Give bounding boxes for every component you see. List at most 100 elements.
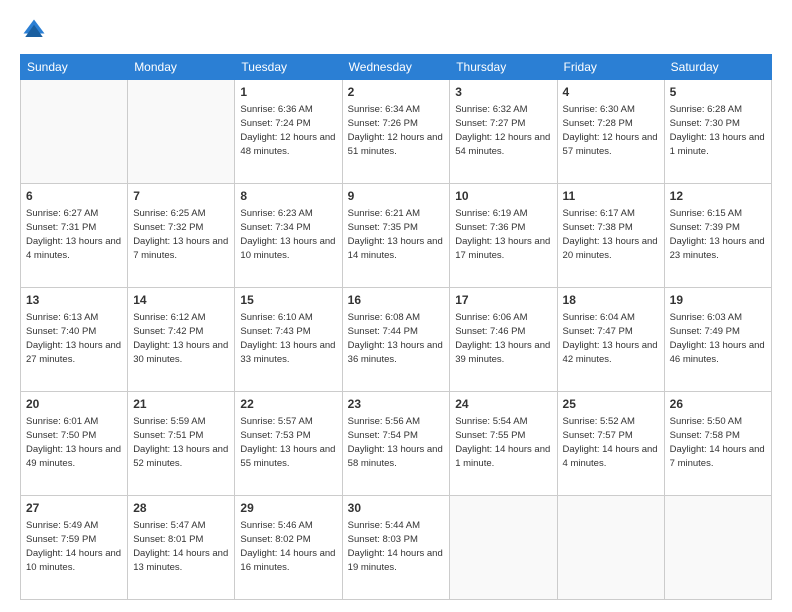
day-info: Sunrise: 6:19 AM Sunset: 7:36 PM Dayligh… xyxy=(455,208,550,261)
day-cell xyxy=(557,496,664,600)
day-number: 22 xyxy=(240,396,336,413)
day-info: Sunrise: 6:30 AM Sunset: 7:28 PM Dayligh… xyxy=(563,104,658,157)
day-info: Sunrise: 5:47 AM Sunset: 8:01 PM Dayligh… xyxy=(133,520,228,573)
day-cell: 28 Sunrise: 5:47 AM Sunset: 8:01 PM Dayli… xyxy=(128,496,235,600)
day-number: 17 xyxy=(455,292,551,309)
calendar-table: SundayMondayTuesdayWednesdayThursdayFrid… xyxy=(20,54,772,600)
day-cell: 18 Sunrise: 6:04 AM Sunset: 7:47 PM Dayli… xyxy=(557,288,664,392)
day-cell: 27 Sunrise: 5:49 AM Sunset: 7:59 PM Dayli… xyxy=(21,496,128,600)
day-cell: 6 Sunrise: 6:27 AM Sunset: 7:31 PM Daylig… xyxy=(21,184,128,288)
day-number: 5 xyxy=(670,84,766,101)
day-info: Sunrise: 6:21 AM Sunset: 7:35 PM Dayligh… xyxy=(348,208,443,261)
day-number: 4 xyxy=(563,84,659,101)
day-info: Sunrise: 6:17 AM Sunset: 7:38 PM Dayligh… xyxy=(563,208,658,261)
day-cell: 25Sunrise: 5:52 AM Sunset: 7:57 PM Dayli… xyxy=(557,392,664,496)
day-number: 29 xyxy=(240,500,336,517)
day-cell: 4 Sunrise: 6:30 AM Sunset: 7:28 PM Daylig… xyxy=(557,80,664,184)
day-cell: 12 Sunrise: 6:15 AM Sunset: 7:39 PM Dayli… xyxy=(664,184,771,288)
day-number: 18 xyxy=(563,292,659,309)
day-cell: 21 Sunrise: 5:59 AM Sunset: 7:51 PM Dayli… xyxy=(128,392,235,496)
day-number: 9 xyxy=(348,188,445,205)
day-number: 30 xyxy=(348,500,445,517)
week-row-2: 6 Sunrise: 6:27 AM Sunset: 7:31 PM Daylig… xyxy=(21,184,772,288)
day-cell: 24 Sunrise: 5:54 AM Sunset: 7:55 PM Dayli… xyxy=(450,392,557,496)
day-cell xyxy=(450,496,557,600)
week-row-5: 27 Sunrise: 5:49 AM Sunset: 7:59 PM Dayli… xyxy=(21,496,772,600)
day-number: 26 xyxy=(670,396,766,413)
day-cell: 15 Sunrise: 6:10 AM Sunset: 7:43 PM Dayli… xyxy=(235,288,342,392)
day-cell: 26 Sunrise: 5:50 AM Sunset: 7:58 PM Dayli… xyxy=(664,392,771,496)
day-cell xyxy=(21,80,128,184)
day-info: Sunrise: 5:59 AM Sunset: 7:51 PM Dayligh… xyxy=(133,416,228,469)
day-info: Sunrise: 6:03 AM Sunset: 7:49 PM Dayligh… xyxy=(670,312,765,365)
day-cell: 1 Sunrise: 6:36 AM Sunset: 7:24 PM Daylig… xyxy=(235,80,342,184)
day-info: Sunrise: 5:46 AM Sunset: 8:02 PM Dayligh… xyxy=(240,520,335,573)
day-info: Sunrise: 6:34 AM Sunset: 7:26 PM Dayligh… xyxy=(348,104,443,157)
weekday-header-friday: Friday xyxy=(557,55,664,80)
day-number: 14 xyxy=(133,292,229,309)
day-cell xyxy=(128,80,235,184)
day-cell: 20 Sunrise: 6:01 AM Sunset: 7:50 PM Dayli… xyxy=(21,392,128,496)
week-row-3: 13Sunrise: 6:13 AM Sunset: 7:40 PM Dayli… xyxy=(21,288,772,392)
day-cell: 19 Sunrise: 6:03 AM Sunset: 7:49 PM Dayli… xyxy=(664,288,771,392)
week-row-4: 20 Sunrise: 6:01 AM Sunset: 7:50 PM Dayli… xyxy=(21,392,772,496)
day-info: Sunrise: 6:12 AM Sunset: 7:42 PM Dayligh… xyxy=(133,312,228,365)
day-info: Sunrise: 6:25 AM Sunset: 7:32 PM Dayligh… xyxy=(133,208,228,261)
day-info: Sunrise: 5:49 AM Sunset: 7:59 PM Dayligh… xyxy=(26,520,121,573)
day-cell xyxy=(664,496,771,600)
day-number: 15 xyxy=(240,292,336,309)
day-number: 23 xyxy=(348,396,445,413)
logo xyxy=(20,16,52,44)
day-number: 10 xyxy=(455,188,551,205)
day-cell: 10 Sunrise: 6:19 AM Sunset: 7:36 PM Dayli… xyxy=(450,184,557,288)
day-cell: 22Sunrise: 5:57 AM Sunset: 7:53 PM Dayli… xyxy=(235,392,342,496)
day-info: Sunrise: 6:23 AM Sunset: 7:34 PM Dayligh… xyxy=(240,208,335,261)
day-info: Sunrise: 6:08 AM Sunset: 7:44 PM Dayligh… xyxy=(348,312,443,365)
day-number: 19 xyxy=(670,292,766,309)
day-number: 6 xyxy=(26,188,122,205)
day-number: 7 xyxy=(133,188,229,205)
day-number: 12 xyxy=(670,188,766,205)
weekday-header-tuesday: Tuesday xyxy=(235,55,342,80)
day-info: Sunrise: 5:44 AM Sunset: 8:03 PM Dayligh… xyxy=(348,520,443,573)
day-info: Sunrise: 6:28 AM Sunset: 7:30 PM Dayligh… xyxy=(670,104,765,157)
day-number: 21 xyxy=(133,396,229,413)
day-info: Sunrise: 6:13 AM Sunset: 7:40 PM Dayligh… xyxy=(26,312,121,365)
day-number: 24 xyxy=(455,396,551,413)
day-info: Sunrise: 5:56 AM Sunset: 7:54 PM Dayligh… xyxy=(348,416,443,469)
day-info: Sunrise: 5:54 AM Sunset: 7:55 PM Dayligh… xyxy=(455,416,550,469)
day-cell: 17Sunrise: 6:06 AM Sunset: 7:46 PM Dayli… xyxy=(450,288,557,392)
day-number: 11 xyxy=(563,188,659,205)
day-number: 1 xyxy=(240,84,336,101)
day-number: 3 xyxy=(455,84,551,101)
weekday-header-wednesday: Wednesday xyxy=(342,55,450,80)
day-info: Sunrise: 6:36 AM Sunset: 7:24 PM Dayligh… xyxy=(240,104,335,157)
day-info: Sunrise: 5:52 AM Sunset: 7:57 PM Dayligh… xyxy=(563,416,658,469)
week-row-1: 1 Sunrise: 6:36 AM Sunset: 7:24 PM Daylig… xyxy=(21,80,772,184)
day-cell: 14 Sunrise: 6:12 AM Sunset: 7:42 PM Dayli… xyxy=(128,288,235,392)
weekday-header-sunday: Sunday xyxy=(21,55,128,80)
day-cell: 11 Sunrise: 6:17 AM Sunset: 7:38 PM Dayli… xyxy=(557,184,664,288)
page: SundayMondayTuesdayWednesdayThursdayFrid… xyxy=(0,0,792,612)
day-info: Sunrise: 6:15 AM Sunset: 7:39 PM Dayligh… xyxy=(670,208,765,261)
weekday-header-thursday: Thursday xyxy=(450,55,557,80)
day-number: 28 xyxy=(133,500,229,517)
day-number: 8 xyxy=(240,188,336,205)
day-cell: 13Sunrise: 6:13 AM Sunset: 7:40 PM Dayli… xyxy=(21,288,128,392)
day-cell: 9 Sunrise: 6:21 AM Sunset: 7:35 PM Daylig… xyxy=(342,184,450,288)
weekday-header-row: SundayMondayTuesdayWednesdayThursdayFrid… xyxy=(21,55,772,80)
day-info: Sunrise: 6:04 AM Sunset: 7:47 PM Dayligh… xyxy=(563,312,658,365)
day-cell: 7 Sunrise: 6:25 AM Sunset: 7:32 PM Daylig… xyxy=(128,184,235,288)
day-info: Sunrise: 6:27 AM Sunset: 7:31 PM Dayligh… xyxy=(26,208,121,261)
day-info: Sunrise: 6:32 AM Sunset: 7:27 PM Dayligh… xyxy=(455,104,550,157)
day-cell: 23 Sunrise: 5:56 AM Sunset: 7:54 PM Dayli… xyxy=(342,392,450,496)
day-info: Sunrise: 6:10 AM Sunset: 7:43 PM Dayligh… xyxy=(240,312,335,365)
weekday-header-saturday: Saturday xyxy=(664,55,771,80)
day-number: 20 xyxy=(26,396,122,413)
weekday-header-monday: Monday xyxy=(128,55,235,80)
day-number: 27 xyxy=(26,500,122,517)
day-cell: 8 Sunrise: 6:23 AM Sunset: 7:34 PM Daylig… xyxy=(235,184,342,288)
header xyxy=(20,16,772,44)
day-info: Sunrise: 5:50 AM Sunset: 7:58 PM Dayligh… xyxy=(670,416,765,469)
day-info: Sunrise: 6:01 AM Sunset: 7:50 PM Dayligh… xyxy=(26,416,121,469)
